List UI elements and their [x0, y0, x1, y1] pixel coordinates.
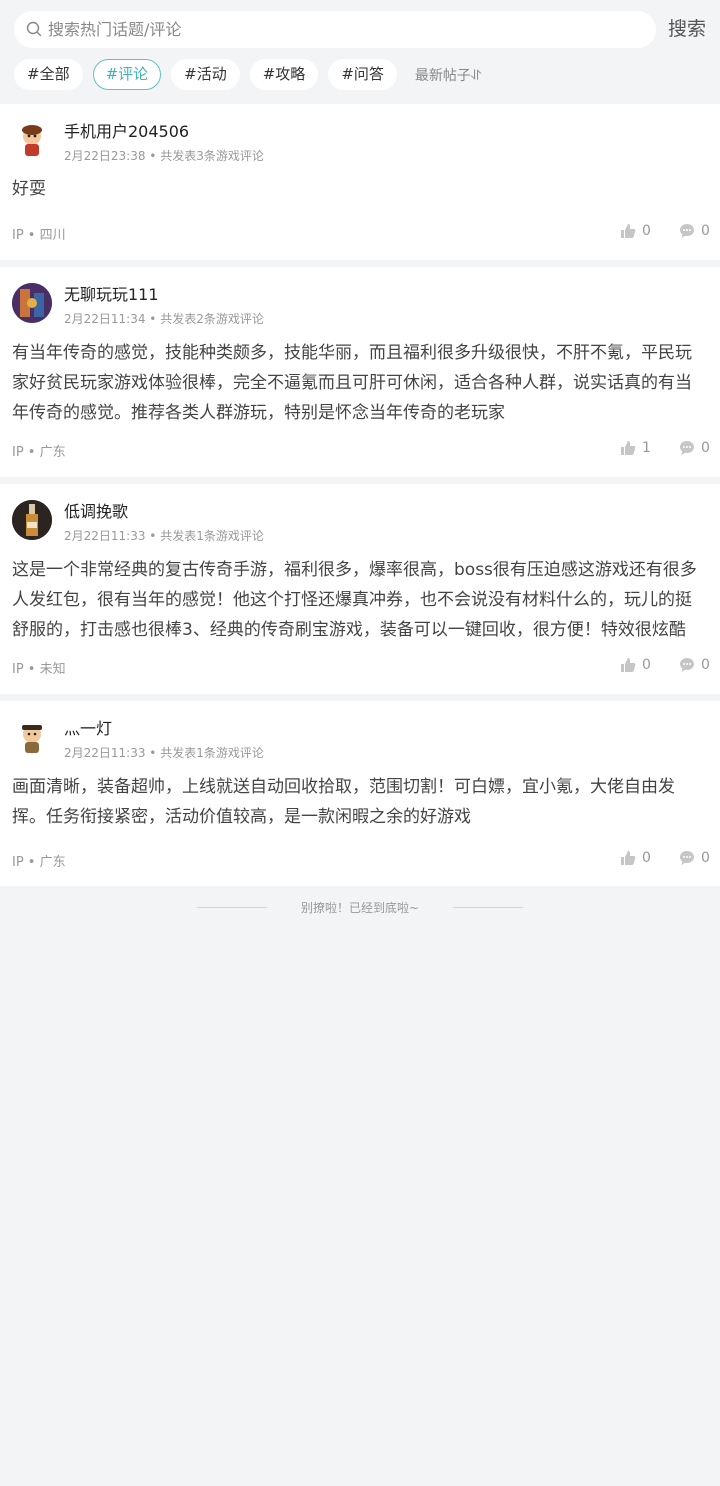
- like-button[interactable]: 0: [620, 850, 651, 866]
- comment-button[interactable]: 0: [679, 850, 710, 866]
- ip-location: IP • 广东: [12, 855, 66, 870]
- thumbs-up-icon: [621, 658, 636, 672]
- tab-reviews[interactable]: #评论: [92, 59, 162, 90]
- top-bar: 搜索热门话题/评论 搜索 #全部 #评论 #活动 #攻略 #问答 最新帖子⥯: [0, 0, 720, 104]
- post-meta: 2月22日23:38 • 共发表3条游戏评论: [64, 149, 264, 163]
- post-meta: 2月22日11:34 • 共发表2条游戏评论: [64, 312, 264, 326]
- comment-button[interactable]: 0: [679, 223, 710, 239]
- post-meta: 2月22日11:33 • 共发表1条游戏评论: [64, 529, 264, 543]
- comment-count: 0: [701, 440, 710, 456]
- ip-location: IP • 未知: [12, 662, 66, 677]
- search-input[interactable]: 搜索热门话题/评论: [14, 11, 656, 48]
- search-button[interactable]: 搜索: [668, 11, 706, 48]
- tab-bar: #全部 #评论 #活动 #攻略 #问答 最新帖子⥯: [14, 59, 481, 90]
- comment-icon: [680, 441, 694, 455]
- comment-count: 0: [701, 850, 710, 866]
- avatar[interactable]: [12, 717, 52, 757]
- avatar[interactable]: [12, 120, 52, 160]
- like-count: 1: [642, 440, 651, 456]
- post-content: 有当年传奇的感觉，技能种类颇多，技能华丽，而且福利很多升级很快，不肝不氪，平民玩…: [12, 343, 692, 423]
- post-card[interactable]: 灬一灯 2月22日11:33 • 共发表1条游戏评论 画面清晰，装备超帅，上线就…: [0, 701, 720, 886]
- thumbs-up-icon: [621, 224, 636, 238]
- comment-button[interactable]: 0: [679, 440, 710, 456]
- post-content: 这是一个非常经典的复古传奇手游，福利很多，爆率很高，boss很有压迫感这游戏还有…: [12, 560, 697, 640]
- tab-all[interactable]: #全部: [14, 59, 83, 90]
- comment-icon: [680, 224, 694, 238]
- like-count: 0: [642, 657, 651, 673]
- divider: [196, 906, 267, 908]
- comment-button[interactable]: 0: [679, 657, 710, 673]
- username[interactable]: 无聊玩玩111: [64, 281, 159, 305]
- post-card[interactable]: 无聊玩玩111 2月22日11:34 • 共发表2条游戏评论 有当年传奇的感觉，…: [0, 267, 720, 477]
- post-card[interactable]: 低调挽歌 2月22日11:33 • 共发表1条游戏评论 这是一个非常经典的复古传…: [0, 484, 720, 694]
- like-button[interactable]: 0: [620, 657, 651, 673]
- end-of-list: 别撩啦！已经到底啦~: [0, 896, 720, 918]
- tab-guides[interactable]: #攻略: [249, 59, 319, 90]
- comment-count: 0: [701, 223, 710, 239]
- tab-qa[interactable]: #问答: [328, 59, 397, 90]
- ip-location: IP • 四川: [12, 228, 66, 243]
- post-content: 画面清晰，装备超帅，上线就送自动回收拾取，范围切割！可白嫖，宜小氪，大佬自由发挥…: [12, 777, 675, 827]
- thumbs-up-icon: [621, 851, 636, 865]
- like-count: 0: [642, 850, 651, 866]
- post-card[interactable]: 手机用户204506 2月22日23:38 • 共发表3条游戏评论 好耍 IP …: [0, 104, 720, 260]
- end-of-list-text: 别撩啦！已经到底啦~: [300, 900, 420, 915]
- post-content: 好耍: [12, 179, 46, 199]
- post-meta: 2月22日11:33 • 共发表1条游戏评论: [64, 746, 264, 760]
- sort-dropdown[interactable]: 最新帖子⥯: [415, 65, 481, 85]
- avatar[interactable]: [12, 283, 52, 323]
- comment-icon: [680, 658, 694, 672]
- search-icon: [26, 21, 42, 37]
- tab-events[interactable]: #活动: [171, 59, 240, 90]
- username[interactable]: 手机用户204506: [64, 118, 189, 142]
- ip-location: IP • 广东: [12, 445, 66, 460]
- comment-count: 0: [701, 657, 710, 673]
- like-button[interactable]: 0: [620, 223, 651, 239]
- like-button[interactable]: 1: [620, 440, 651, 456]
- comment-icon: [680, 851, 694, 865]
- username[interactable]: 低调挽歌: [64, 498, 128, 522]
- avatar[interactable]: [12, 500, 52, 540]
- username[interactable]: 灬一灯: [64, 715, 112, 739]
- like-count: 0: [642, 223, 651, 239]
- thumbs-up-icon: [621, 441, 636, 455]
- search-placeholder: 搜索热门话题/评论: [48, 20, 182, 39]
- divider: [453, 906, 524, 908]
